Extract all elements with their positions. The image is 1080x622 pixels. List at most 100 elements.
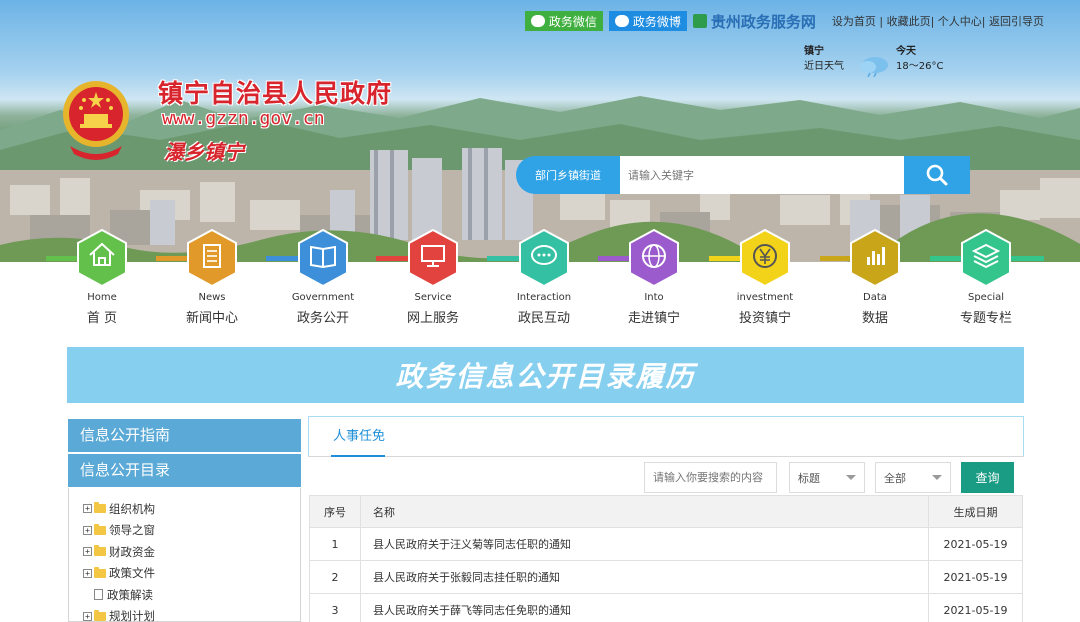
field-select-value: 标题 xyxy=(798,471,820,485)
nav-item-data[interactable]: Data 数据 xyxy=(820,228,930,326)
tree-item[interactable]: + 组织机构 xyxy=(83,498,300,520)
expand-icon[interactable]: + xyxy=(83,547,92,557)
weather-today: 今天 18～26°C xyxy=(896,44,943,74)
row-number: 2 xyxy=(309,560,361,594)
folder-icon xyxy=(94,502,106,514)
chevron-down-icon xyxy=(846,475,856,480)
nav-item-en-label: Government xyxy=(291,292,355,303)
user-center-link[interactable]: 个人中心 xyxy=(938,15,982,28)
column-header-date: 生成日期 xyxy=(928,495,1023,528)
weather-widget: 镇宁 近日天气 xyxy=(804,44,844,74)
site-slogan: 瀑乡镇宁 xyxy=(164,140,244,164)
row-date: 2021-05-19 xyxy=(928,527,1023,561)
yen-coin-icon xyxy=(740,228,790,288)
nav-item-en-label: Interaction xyxy=(516,292,572,303)
nav-item-home[interactable]: Home 首 页 xyxy=(47,228,157,326)
nav-item-en-label: investment xyxy=(736,292,794,303)
search-button[interactable] xyxy=(904,156,970,194)
table-header-row: 序号 名称 生成日期 xyxy=(309,495,1023,528)
nav-item-cn-label: 数据 xyxy=(861,311,888,326)
nav-item-en-label: Special xyxy=(967,292,1005,303)
row-date: 2021-05-19 xyxy=(928,560,1023,594)
portal-logo-icon xyxy=(692,14,707,28)
scope-select-value: 全部 xyxy=(884,471,906,485)
tree-item[interactable]: + 领导之窗 xyxy=(83,520,300,542)
globe-icon xyxy=(629,228,679,288)
nav-item-cn-label: 政民互动 xyxy=(517,311,570,326)
sidebar-guide-link[interactable]: 信息公开指南 xyxy=(68,419,301,452)
tab-bar: 人事任免 xyxy=(308,416,1024,457)
tree-item[interactable]: + 政策文件 xyxy=(83,563,300,585)
row-number: 3 xyxy=(309,593,361,622)
wechat-icon xyxy=(530,15,545,27)
top-links: 设为首页 | 收藏此页| 个人中心| 返回引导页 xyxy=(831,15,1044,28)
nav-item-special[interactable]: Special 专题专栏 xyxy=(931,228,1041,326)
weather-city: 镇宁 xyxy=(804,46,824,57)
keyword-search-input[interactable] xyxy=(644,462,777,493)
nav-item-en-label: Home xyxy=(87,292,117,303)
nav-item-cn-label: 网上服务 xyxy=(406,311,459,326)
nav-item-into[interactable]: Into 走进镇宁 xyxy=(599,228,709,326)
nav-item-cn-label: 政务公开 xyxy=(296,311,349,326)
weather-temp: 18～26°C xyxy=(896,61,944,72)
top-utility-bar: 政务微信 政务微博 贵州政务服务网 设为首页 | 收藏此页| 个人中心| 返回引… xyxy=(524,10,1080,32)
table-row: 3 县人民政府关于薛飞等同志任免职的通知 2021-05-19 xyxy=(309,593,1023,622)
header-banner xyxy=(0,0,1080,262)
nav-item-government[interactable]: Government 政务公开 xyxy=(268,228,378,326)
tree-item[interactable]: + 规划计划 xyxy=(83,606,300,622)
weixin-link[interactable]: 政务微信 xyxy=(524,11,603,31)
sidebar-catalog-link[interactable]: 信息公开目录 xyxy=(68,454,301,487)
folder-icon xyxy=(94,566,106,578)
expand-icon[interactable]: + xyxy=(83,504,92,514)
cloud-rain-icon xyxy=(860,57,888,77)
column-header-number: 序号 xyxy=(309,495,361,528)
weibo-icon xyxy=(614,15,629,27)
column-header-title: 名称 xyxy=(360,495,929,528)
tree-item[interactable]: + 财政资金 xyxy=(83,541,300,563)
sidebar: 信息公开指南 信息公开目录 xyxy=(68,419,301,489)
tree-item-label: 组织机构 xyxy=(109,501,155,516)
query-button[interactable]: 查询 xyxy=(961,462,1014,493)
nav-item-investment[interactable]: investment 投资镇宁 xyxy=(710,228,820,326)
monitor-icon xyxy=(408,228,458,288)
back-to-guide-link[interactable]: 返回引导页 xyxy=(989,15,1044,28)
search-input[interactable] xyxy=(620,156,904,194)
row-title-link[interactable]: 县人民政府关于薛飞等同志任免职的通知 xyxy=(360,593,929,622)
nav-item-en-label: Service xyxy=(414,292,452,303)
field-select[interactable]: 标题 xyxy=(789,462,865,493)
folder-icon xyxy=(94,545,106,557)
newspaper-icon xyxy=(187,228,237,288)
home-icon xyxy=(77,228,127,288)
nav-item-interaction[interactable]: Interaction 政民互动 xyxy=(489,228,599,326)
document-icon xyxy=(94,589,103,601)
results-table: 序号 名称 生成日期 1 县人民政府关于汪义菊等同志任职的通知 2021-05-19… xyxy=(309,495,1023,622)
tree-item-label: 政策解读 xyxy=(107,587,153,602)
weibo-link[interactable]: 政务微博 xyxy=(608,11,687,31)
tree-item-label: 政策文件 xyxy=(109,566,155,581)
catalog-tree: + 组织机构 + 领导之窗 + 财政资金 + 政策文件政策解读 + 规划计划 xyxy=(68,488,301,622)
row-title-link[interactable]: 县人民政府关于汪义菊等同志任职的通知 xyxy=(360,527,929,561)
book-icon xyxy=(298,228,348,288)
page-title-band: 政务信息公开目录履历 xyxy=(67,347,1024,403)
guizhou-portal-link[interactable]: 贵州政务服务网 xyxy=(692,11,816,32)
expand-icon[interactable]: + xyxy=(83,611,92,621)
nav-item-cn-label: 首 页 xyxy=(86,311,118,326)
city-landscape-image xyxy=(0,96,1080,262)
department-selector[interactable]: 部门乡镇街道 xyxy=(516,156,620,194)
expand-icon[interactable]: + xyxy=(83,568,92,578)
table-row: 1 县人民政府关于汪义菊等同志任职的通知 2021-05-19 xyxy=(309,527,1023,561)
nav-item-service[interactable]: Service 网上服务 xyxy=(378,228,488,326)
scope-select[interactable]: 全部 xyxy=(875,462,951,493)
national-emblem-icon xyxy=(63,81,129,160)
site-url: www.gzzn.gov.cn xyxy=(162,108,325,129)
row-title-link[interactable]: 县人民政府关于张毅同志挂任职的通知 xyxy=(360,560,929,594)
tab-personnel[interactable]: 人事任免 xyxy=(331,417,386,457)
bookmark-link[interactable]: 收藏此页 xyxy=(887,15,931,28)
nav-item-news[interactable]: News 新闻中心 xyxy=(157,228,267,326)
tree-item-label: 领导之窗 xyxy=(109,523,155,538)
row-number: 1 xyxy=(309,527,361,561)
tree-item[interactable]: 政策解读 xyxy=(83,584,300,606)
set-homepage-link[interactable]: 设为首页 xyxy=(832,15,876,28)
expand-icon[interactable]: + xyxy=(83,525,92,535)
tree-item-label: 财政资金 xyxy=(109,544,155,559)
